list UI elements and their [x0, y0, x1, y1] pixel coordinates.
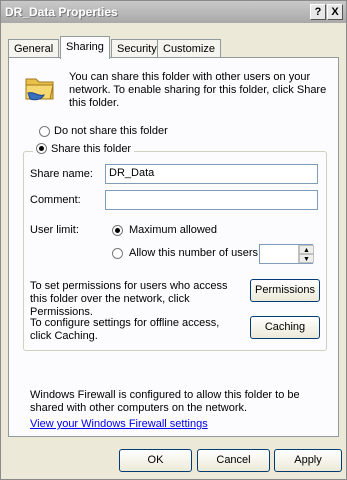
spin-down-icon[interactable]: ▼	[299, 254, 314, 263]
share-name-input[interactable]: DR_Data	[105, 164, 318, 184]
share-name-label: Share name:	[30, 168, 93, 180]
caching-button[interactable]: Caching	[250, 316, 320, 339]
share-group-legend: Share this folder	[33, 143, 135, 155]
close-button[interactable]: X	[327, 4, 343, 20]
caching-text: To configure settings for offline access…	[30, 317, 220, 342]
properties-dialog: DR_Data Properties ? X General Sharing S…	[0, 0, 347, 480]
firewall-settings-link[interactable]: View your Windows Firewall settings	[30, 418, 208, 430]
shared-folder-icon	[24, 73, 56, 106]
allow-number-label[interactable]: Allow this number of users:	[129, 247, 261, 259]
comment-input[interactable]	[105, 190, 318, 210]
tab-sharing[interactable]: Sharing	[60, 36, 110, 59]
help-button[interactable]: ?	[310, 4, 326, 20]
tab-general[interactable]: General	[8, 39, 60, 58]
tab-security[interactable]: Security	[111, 39, 163, 58]
apply-button[interactable]: Apply	[274, 449, 342, 472]
window-title: DR_Data Properties	[5, 5, 118, 19]
share-folder-label[interactable]: Share this folder	[51, 143, 131, 155]
sharing-info-text: You can share this folder with other use…	[69, 71, 327, 109]
share-folder-radio[interactable]	[36, 143, 47, 154]
permissions-button[interactable]: Permissions	[250, 279, 320, 302]
sharing-panel: You can share this folder with other use…	[8, 57, 339, 437]
tab-customize[interactable]: Customize	[157, 39, 221, 58]
ok-button[interactable]: OK	[119, 449, 192, 472]
cancel-button[interactable]: Cancel	[197, 449, 270, 472]
maximum-allowed-radio[interactable]	[112, 225, 123, 236]
permissions-text: To set permissions for users who access …	[30, 280, 228, 318]
comment-label: Comment:	[30, 194, 81, 206]
title-bar[interactable]: DR_Data Properties ? X	[1, 1, 346, 23]
firewall-text: Windows Firewall is configured to allow …	[30, 389, 300, 414]
maximum-allowed-label[interactable]: Maximum allowed	[129, 224, 217, 236]
do-not-share-label[interactable]: Do not share this folder	[54, 125, 168, 137]
spin-up-icon[interactable]: ▲	[299, 245, 314, 254]
do-not-share-radio[interactable]	[39, 126, 50, 137]
allow-number-radio[interactable]	[112, 248, 123, 259]
user-limit-label: User limit:	[30, 224, 79, 236]
user-count-spinner[interactable]: ▲ ▼	[298, 245, 314, 263]
